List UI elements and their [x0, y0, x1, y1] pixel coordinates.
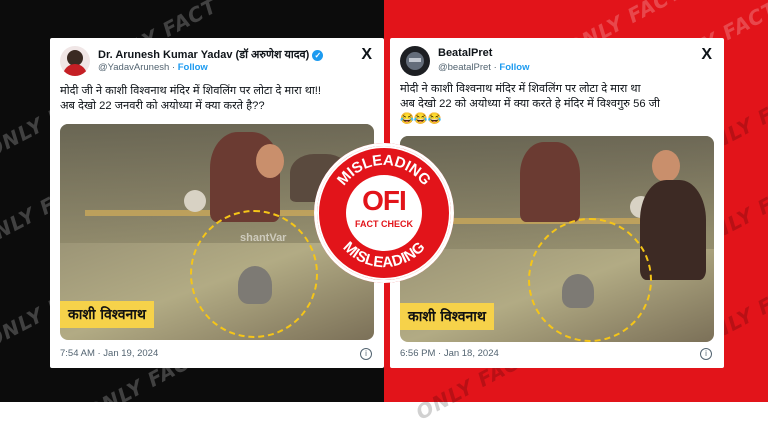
verified-badge-icon: ✓	[312, 50, 324, 61]
tweet-text: मोदी ने काशी विश्वनाथ मंदिर में शिवलिंग …	[400, 82, 714, 127]
video-caption: काशी विश्वनाथ	[400, 303, 494, 330]
handle-row: @YadavArunesh · Follow	[98, 62, 208, 73]
video-watermark: shantVar	[240, 232, 287, 244]
highlight-circle	[528, 218, 652, 342]
handle[interactable]: @beatalPret	[438, 62, 491, 73]
info-icon[interactable]: i	[360, 348, 372, 360]
stamp-subtitle: FACT CHECK	[355, 219, 413, 229]
tweet-timestamp[interactable]: 6:56 PM · Jan 18, 2024	[400, 348, 499, 359]
handle[interactable]: @YadavArunesh	[98, 62, 169, 73]
video-caption: काशी विश्वनाथ	[60, 301, 154, 328]
video-frame-head	[652, 150, 680, 182]
video-frame-pot	[184, 190, 206, 212]
tweet-text-line: मोदी जी ने काशी विश्वनाथ मंदिर में शिवलि…	[60, 85, 321, 97]
video-frame-person	[520, 142, 580, 222]
tweet-text-line: 😂😂😂	[400, 113, 442, 125]
tweet-text-line: अब देखो 22 को अयोध्या में क्या करते हे म…	[400, 98, 660, 110]
tweet-timestamp[interactable]: 7:54 AM · Jan 19, 2024	[60, 348, 158, 359]
highlight-circle	[190, 210, 318, 338]
follow-button[interactable]: Follow	[499, 62, 529, 73]
info-icon[interactable]: i	[700, 348, 712, 360]
display-name[interactable]: Dr. Arunesh Kumar Yadav (डॉ अरुणेश यादव)	[98, 49, 309, 61]
tweet-text-line: अब देखो 22 जनवरी को अयोध्या में क्या करत…	[60, 100, 265, 112]
tweet-text-line: मोदी ने काशी विश्वनाथ मंदिर में शिवलिंग …	[400, 83, 641, 95]
separator: ·	[493, 62, 497, 73]
avatar[interactable]	[400, 46, 430, 76]
stamp-center: OFI FACT CHECK	[346, 175, 422, 251]
stamp-logo: OFI	[362, 185, 407, 216]
misleading-stamp: MISLEADING MISLEADING OFI FACT CHECK	[314, 143, 454, 283]
tweet-text: मोदी जी ने काशी विश्वनाथ मंदिर में शिवलि…	[60, 84, 374, 114]
display-name-row[interactable]: Dr. Arunesh Kumar Yadav (डॉ अरुणेश यादव)…	[98, 47, 324, 62]
display-name[interactable]: BeatalPret	[438, 47, 492, 59]
follow-button[interactable]: Follow	[178, 62, 208, 73]
avatar[interactable]	[60, 46, 90, 76]
separator: ·	[171, 62, 176, 73]
x-logo-icon[interactable]: X	[361, 46, 372, 64]
handle-row: @beatalPret · Follow	[438, 62, 529, 73]
x-logo-icon[interactable]: X	[701, 46, 712, 64]
video-frame-head	[256, 144, 284, 178]
